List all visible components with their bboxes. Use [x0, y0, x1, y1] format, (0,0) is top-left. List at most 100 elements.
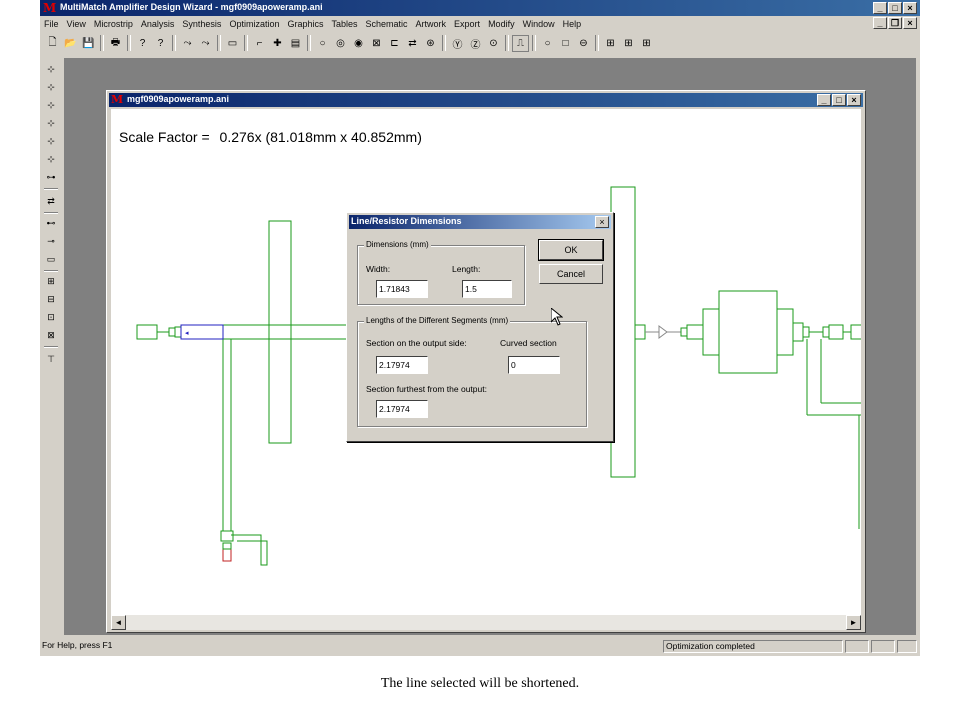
output-side-field[interactable]: 2.17974 — [376, 356, 428, 374]
menu-tables[interactable]: Tables — [327, 19, 361, 29]
status-pane-2 — [871, 640, 895, 653]
layout-window-title: mgf0909apoweramp.ani — [127, 94, 230, 104]
app-title: MultiMatch Amplifier Design Wizard - mgf… — [60, 2, 323, 12]
layout-window-titlebar[interactable]: M mgf0909apoweramp.ani _ □ × — [109, 93, 863, 107]
bracket-tool-icon[interactable]: ⎍ — [512, 34, 529, 52]
child-maximize-button[interactable]: □ — [832, 94, 846, 106]
context-help-icon[interactable]: ? — [152, 35, 169, 52]
step-icon[interactable]: ⊹ — [43, 152, 59, 167]
swap-line-icon[interactable]: ⇄ — [43, 194, 59, 209]
dot-box-icon[interactable]: ⊡ — [43, 310, 59, 325]
bend-icon[interactable]: ⊹ — [43, 80, 59, 95]
menu-help[interactable]: Help — [559, 19, 586, 29]
gap-icon[interactable]: ⊶ — [43, 170, 59, 185]
segments-group-label: Lengths of the Different Segments (mm) — [364, 316, 511, 325]
scroll-right-button[interactable]: ► — [846, 615, 861, 630]
curved-section-field[interactable]: 0 — [508, 356, 560, 374]
menu-graphics[interactable]: Graphics — [283, 19, 327, 29]
help-icon[interactable]: ? — [134, 35, 151, 52]
box-tool-icon[interactable]: ▭ — [224, 35, 241, 52]
furthest-field[interactable]: 2.17974 — [376, 400, 428, 418]
arrow2-tool-icon[interactable]: ⤳ — [197, 35, 214, 52]
child-minimize-button[interactable]: _ — [817, 94, 831, 106]
menu-window[interactable]: Window — [519, 19, 559, 29]
main-toolbar: 🗋 📂 💾 🖶 ? ? ⤳ ⤳ ▭ ⌐ ✚ ▤ ○ ◎ ◉ ⊠ ⊏ ⇄ ⊛ Ⓨ … — [44, 33, 916, 53]
input-pad — [136, 324, 158, 340]
menu-file[interactable]: File — [40, 19, 63, 29]
bend3-icon[interactable]: ⊹ — [43, 116, 59, 131]
horizontal-scrollbar[interactable]: ◄ ► — [111, 615, 861, 630]
circle3-tool-icon[interactable]: ◉ — [350, 35, 367, 52]
plus-box-icon[interactable]: ⊞ — [43, 274, 59, 289]
menu-synthesis[interactable]: Synthesis — [178, 19, 225, 29]
width-field[interactable]: 1.71843 — [376, 280, 428, 298]
circle-tool-icon[interactable]: ○ — [314, 35, 331, 52]
y-param-icon[interactable]: Ⓨ — [449, 35, 466, 52]
menu-artwork[interactable]: Artwork — [412, 19, 451, 29]
furthest-label: Section furthest from the output: — [366, 384, 487, 394]
menu-microstrip[interactable]: Microstrip — [90, 19, 137, 29]
component-tool-icon[interactable]: ⊛ — [422, 35, 439, 52]
dialog-close-button[interactable]: × — [595, 216, 609, 228]
open-icon[interactable]: 📂 — [62, 35, 79, 52]
menu-schematic[interactable]: Schematic — [362, 19, 412, 29]
stub-right — [610, 186, 636, 478]
menu-view[interactable]: View — [63, 19, 90, 29]
menu-analysis[interactable]: Analysis — [137, 19, 179, 29]
printer2-icon[interactable]: ⊞ — [620, 35, 637, 52]
length-label: Length: — [452, 264, 481, 274]
menu-modify[interactable]: Modify — [484, 19, 519, 29]
arrow-tool-icon[interactable]: ⤳ — [179, 35, 196, 52]
segments-group: Lengths of the Different Segments (mm) S… — [357, 316, 587, 427]
slide-caption: The line selected will be shortened. — [380, 676, 580, 691]
square-tool-icon[interactable]: □ — [557, 35, 574, 52]
tee-icon[interactable]: ⊹ — [43, 62, 59, 77]
menu-export[interactable]: Export — [450, 19, 484, 29]
circle2-tool-icon[interactable]: ◎ — [332, 35, 349, 52]
ok-button[interactable]: OK — [538, 239, 604, 261]
line-tool-icon[interactable]: ⌐ — [251, 35, 268, 52]
circle4-tool-icon[interactable]: ○ — [539, 35, 556, 52]
series-icon[interactable]: ⊷ — [43, 216, 59, 231]
save-icon[interactable]: 💾 — [80, 35, 97, 52]
status-help-text: For Help, press F1 — [42, 640, 113, 650]
left-toolbar: ⊹ ⊹ ⊹ ⊹ ⊹ ⊹ ⊶ ⇄ ⊷ ⊸ ▭ ⊞ ⊟ ⊡ ⊠ ⊤ — [42, 60, 60, 630]
rect-tool-icon[interactable]: ▤ — [287, 35, 304, 52]
scroll-left-button[interactable]: ◄ — [111, 615, 126, 630]
app-titlebar[interactable]: M MultiMatch Amplifier Design Wizard - m… — [40, 0, 920, 16]
bend2-icon[interactable]: ⊹ — [43, 98, 59, 113]
maximize-button[interactable]: □ — [888, 2, 902, 14]
mdi-close-button[interactable]: × — [903, 17, 917, 29]
printer1-icon[interactable]: ⊞ — [602, 35, 619, 52]
xbox-tool-icon[interactable]: ⊠ — [368, 35, 385, 52]
minus-circle-tool-icon[interactable]: ⊖ — [575, 35, 592, 52]
x-box-icon[interactable]: ⊠ — [43, 328, 59, 343]
mdi-minimize-button[interactable]: _ — [873, 17, 887, 29]
cross-tool-icon[interactable]: ✚ — [269, 35, 286, 52]
z-param-icon[interactable]: Ⓩ — [467, 35, 484, 52]
close-button[interactable]: × — [903, 2, 917, 14]
minus-box-icon[interactable]: ⊟ — [43, 292, 59, 307]
shunt-icon[interactable]: ⊸ — [43, 234, 59, 249]
new-icon[interactable]: 🗋 — [44, 35, 61, 52]
cancel-button[interactable]: Cancel — [539, 264, 603, 284]
pad-tool-icon[interactable]: ⊏ — [386, 35, 403, 52]
device-block — [718, 290, 778, 374]
status-optimization: Optimization completed — [663, 640, 843, 653]
length-field[interactable]: 1.5 — [462, 280, 512, 298]
printer3-icon[interactable]: ⊞ — [638, 35, 655, 52]
dialog-title: Line/Resistor Dimensions — [351, 216, 462, 226]
width-label: Width: — [366, 264, 391, 274]
dialog-titlebar[interactable]: Line/Resistor Dimensions × — [349, 215, 611, 229]
mouse-cursor-icon — [551, 308, 563, 326]
child-close-button[interactable]: × — [847, 94, 861, 106]
minimize-button[interactable]: _ — [873, 2, 887, 14]
resistor-icon[interactable]: ▭ — [43, 252, 59, 267]
mdi-restore-button[interactable]: ❐ — [888, 17, 902, 29]
swap-tool-icon[interactable]: ⇄ — [404, 35, 421, 52]
antenna-icon[interactable]: ⊤ — [43, 352, 59, 367]
print-icon[interactable]: 🖶 — [107, 35, 124, 52]
menu-optimization[interactable]: Optimization — [225, 19, 283, 29]
dot-tool-icon[interactable]: ⊙ — [485, 35, 502, 52]
cross-junction-icon[interactable]: ⊹ — [43, 134, 59, 149]
